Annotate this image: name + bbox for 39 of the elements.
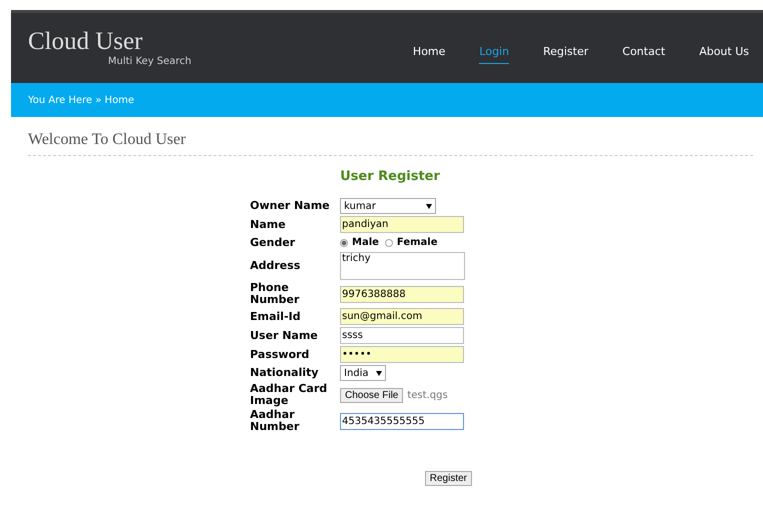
nav-link[interactable]: Home: [412, 44, 446, 64]
site-subtitle: Multi Key Search: [108, 56, 192, 67]
radio-button[interactable]: [384, 238, 393, 246]
nav-link[interactable]: Register: [543, 44, 588, 64]
field-label: Address: [250, 260, 302, 272]
nav-link[interactable]: Contact: [622, 44, 666, 64]
dropdown[interactable]: kumar: [340, 198, 436, 214]
field-label: Aadhar Card Image: [250, 383, 328, 407]
field-label: Gender: [250, 236, 296, 248]
input-field[interactable]: pandiyan: [340, 216, 464, 233]
caret-icon: [426, 204, 432, 208]
input-field[interactable]: 9976388888: [340, 286, 464, 302]
input-field[interactable]: sun@gmail.com: [340, 308, 464, 325]
input-field[interactable]: ssss: [340, 327, 464, 344]
radio-label[interactable]: Male: [352, 237, 379, 248]
field-label: Nationality: [250, 367, 320, 379]
field-label: Aadhar Number: [250, 409, 300, 433]
file-name: test.qgs: [407, 390, 448, 400]
field-label: Name: [250, 218, 287, 230]
field-label: Owner Name: [250, 200, 331, 212]
form-title: User Register: [339, 169, 441, 184]
field-label: Phone Number: [250, 282, 300, 306]
field-label: Email-Id: [250, 310, 302, 322]
field-label: Password: [250, 348, 310, 360]
choose-file-button[interactable]: Choose File: [340, 388, 404, 402]
input-field[interactable]: 4535435555555: [340, 412, 464, 430]
site-title: Cloud User: [28, 29, 144, 54]
nav-link[interactable]: Login: [479, 44, 510, 64]
input-field[interactable]: •••••: [340, 346, 464, 363]
radio-button[interactable]: [340, 238, 348, 246]
breadcrumb: You Are Here » Home: [28, 94, 134, 106]
register-button[interactable]: Register: [424, 471, 472, 486]
field-label: User Name: [250, 330, 319, 342]
text-area[interactable]: trichy: [340, 252, 465, 280]
radio-label[interactable]: Female: [396, 237, 438, 248]
nav-link[interactable]: About Us: [699, 44, 749, 64]
page-heading: Welcome To Cloud User: [28, 131, 753, 156]
dropdown[interactable]: India: [340, 365, 386, 381]
caret-icon: [376, 370, 382, 376]
